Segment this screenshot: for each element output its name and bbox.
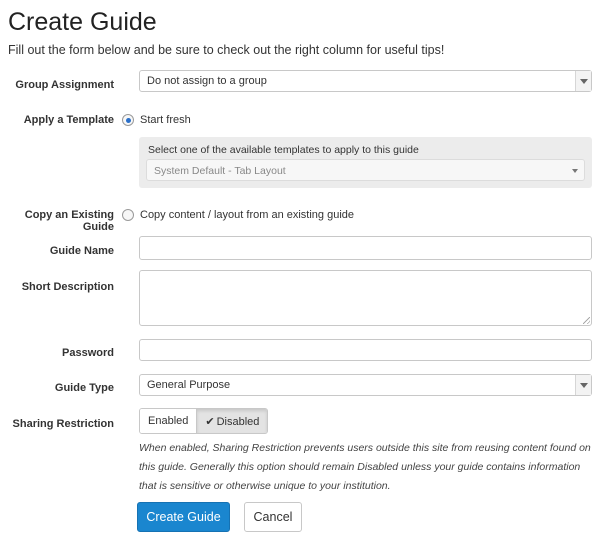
start-fresh-label: Start fresh (140, 114, 191, 126)
sharing-disabled-button[interactable]: ✔ Disabled (196, 409, 268, 433)
guide-type-select[interactable]: General Purpose (139, 374, 592, 396)
template-select-value: System Default - Tab Layout (154, 165, 286, 177)
copy-guide-label: Copy an Existing Guide (24, 209, 114, 233)
chevron-down-icon (575, 71, 591, 91)
copy-guide-radio[interactable] (122, 209, 134, 221)
check-icon: ✔ (205, 416, 215, 428)
guide-name-label: Guide Name (49, 245, 114, 257)
page-title: Create Guide (8, 8, 157, 36)
page-intro: Fill out the form below and be sure to c… (8, 43, 445, 57)
group-assignment-label: Group Assignment (15, 79, 114, 91)
start-fresh-radio[interactable] (122, 114, 134, 126)
password-label: Password (62, 347, 114, 359)
sharing-help-text: When enabled, Sharing Restriction preven… (139, 442, 591, 492)
resize-handle-icon[interactable] (583, 317, 590, 324)
password-input[interactable] (139, 339, 592, 361)
copy-guide-option-label: Copy content / layout from an existing g… (140, 209, 355, 221)
guide-type-label: Guide Type (54, 382, 114, 394)
sharing-enabled-button[interactable]: Enabled (140, 409, 197, 433)
create-guide-button[interactable]: Create Guide (137, 502, 230, 532)
short-description-wrapper (139, 270, 592, 326)
sharing-disabled-label: Disabled (216, 416, 260, 428)
template-panel: Select one of the available templates to… (139, 137, 592, 188)
sharing-toggle: Enabled ✔ Disabled (139, 408, 269, 434)
guide-type-value: General Purpose (147, 379, 231, 391)
guide-name-input[interactable] (139, 236, 592, 260)
short-description-textarea[interactable] (139, 270, 592, 326)
template-select-prompt: Select one of the available templates to… (148, 144, 419, 156)
sharing-enabled-label: Enabled (148, 415, 189, 427)
cancel-button[interactable]: Cancel (244, 502, 302, 532)
sharing-restriction-label: Sharing Restriction (12, 418, 114, 430)
group-assignment-value: Do not assign to a group (147, 75, 267, 87)
chevron-down-icon (575, 375, 591, 395)
chevron-down-icon (572, 169, 578, 173)
short-description-label: Short Description (21, 281, 114, 293)
template-select[interactable]: System Default - Tab Layout (146, 159, 585, 181)
apply-template-label: Apply a Template (23, 114, 114, 126)
group-assignment-select[interactable]: Do not assign to a group (139, 70, 592, 92)
